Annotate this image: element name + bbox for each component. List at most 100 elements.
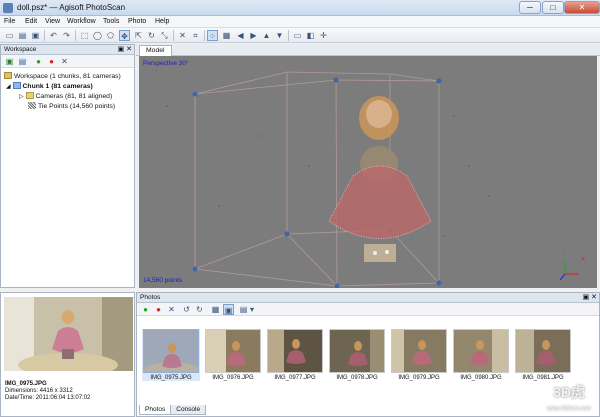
tree-workspace-label: Workspace (1 chunks, 81 cameras) bbox=[14, 73, 121, 80]
photo-thumbnail bbox=[143, 329, 199, 373]
point-cloud-scene bbox=[166, 71, 579, 288]
workspace-header: Workspace ▣ ✕ bbox=[1, 45, 134, 55]
photo-item[interactable]: IMG_0980.JPG bbox=[452, 329, 510, 381]
rect-select-icon[interactable]: ⬚ bbox=[79, 30, 90, 41]
disable-icon[interactable]: ● bbox=[46, 56, 57, 67]
add-photos-icon[interactable]: ▤ bbox=[17, 56, 28, 67]
photo-thumbnail bbox=[205, 329, 261, 373]
remove-icon[interactable]: ✕ bbox=[59, 56, 70, 67]
photo-label: IMG_0980.JPG bbox=[460, 375, 502, 381]
menu-tools[interactable]: Tools bbox=[103, 18, 119, 25]
crop-icon[interactable]: ⌗ bbox=[190, 30, 201, 41]
view-right-icon[interactable]: ▶ bbox=[248, 30, 259, 41]
tab-model[interactable]: Model bbox=[139, 45, 172, 56]
photo-label: IMG_0975.JPG bbox=[150, 375, 192, 381]
tree-workspace[interactable]: Workspace (1 chunks, 81 cameras) bbox=[4, 72, 121, 80]
menu-bar: File Edit View Workflow Tools Photo Help bbox=[0, 16, 600, 28]
preview-filename: IMG_0975.JPG bbox=[5, 381, 47, 387]
photo-label: IMG_0981.JPG bbox=[522, 375, 564, 381]
watermark-logo: 3D虎 bbox=[553, 384, 585, 400]
points-icon[interactable]: ⁘ bbox=[207, 30, 218, 41]
enable-icon[interactable]: ● bbox=[33, 56, 44, 67]
tab-photos[interactable]: Photos bbox=[139, 405, 172, 415]
circle-select-icon[interactable]: ◯ bbox=[92, 30, 103, 41]
photo-label: IMG_0977.JPG bbox=[274, 375, 316, 381]
navigation-icon[interactable]: ✥ bbox=[119, 30, 130, 41]
save-icon[interactable]: ▣ bbox=[30, 30, 41, 41]
photo-item[interactable]: IMG_0975.JPG bbox=[142, 329, 200, 381]
folder-icon bbox=[25, 92, 34, 99]
tab-console[interactable]: Console bbox=[170, 405, 207, 415]
panel-controls[interactable]: ▣ ✕ bbox=[118, 45, 132, 55]
toolbar-separator bbox=[288, 30, 289, 41]
view-left-icon[interactable]: ◀ bbox=[235, 30, 246, 41]
photo-item[interactable]: IMG_0979.JPG bbox=[390, 329, 448, 381]
collapse-icon[interactable]: ◢ bbox=[6, 84, 11, 90]
photos-header: Photos ▣ ✕ bbox=[137, 293, 599, 303]
delete-icon[interactable]: ✕ bbox=[177, 30, 188, 41]
free-select-icon[interactable]: ⬠ bbox=[105, 30, 116, 41]
points-count-label: 14,560 points bbox=[143, 277, 183, 284]
view-bottom-icon[interactable]: ▼ bbox=[274, 30, 285, 41]
photo-item[interactable]: IMG_0978.JPG bbox=[328, 329, 386, 381]
maximize-button[interactable]: □ bbox=[542, 1, 564, 14]
model-viewport[interactable]: Perspective 30° X Y 14,560 points bbox=[139, 56, 597, 288]
menu-edit[interactable]: Edit bbox=[25, 18, 37, 25]
menu-workflow[interactable]: Workflow bbox=[67, 18, 96, 25]
toolbar-separator bbox=[44, 30, 45, 41]
undo-icon[interactable]: ↶ bbox=[48, 30, 59, 41]
small-thumbs-icon[interactable]: ▦ bbox=[210, 304, 221, 315]
photos-panel: Photos ▣ ✕ ● ● ✕ ↺ ↻ ▦ ▣ ▤ ▾ IMG_0975.JP… bbox=[136, 292, 600, 417]
tree-cameras[interactable]: ▷ Cameras (81, 81 aligned) bbox=[19, 92, 112, 100]
photo-item[interactable]: IMG_0981.JPG bbox=[514, 329, 572, 381]
redo-icon[interactable]: ↷ bbox=[61, 30, 72, 41]
enable-icon[interactable]: ● bbox=[140, 304, 151, 315]
photo-label: IMG_0978.JPG bbox=[336, 375, 378, 381]
view-mode-icon[interactable]: ▤ bbox=[238, 304, 249, 315]
menu-help[interactable]: Help bbox=[155, 18, 169, 25]
tree-chunk[interactable]: ◢ Chunk 1 (81 cameras) bbox=[6, 82, 93, 90]
chevron-down-icon[interactable]: ▾ bbox=[249, 304, 255, 315]
model-area: Model Perspective 30° X Y 14,560 points bbox=[136, 44, 600, 290]
scatter-points bbox=[166, 105, 490, 237]
menu-view[interactable]: View bbox=[45, 18, 60, 25]
chunk-icon bbox=[12, 82, 21, 89]
toolbar-separator bbox=[75, 30, 76, 41]
remove-icon[interactable]: ✕ bbox=[166, 304, 177, 315]
tree-tie-points[interactable]: Tie Points (14,560 points) bbox=[28, 102, 115, 110]
workspace-toolbar: ▣ ▤ ● ● ✕ bbox=[1, 55, 134, 68]
preview-datetime: Date/Time: 2011:06:04 13:07:02 bbox=[5, 395, 91, 401]
move-icon[interactable]: ⇱ bbox=[133, 30, 144, 41]
axis-icon[interactable]: ✛ bbox=[318, 30, 329, 41]
menu-photo[interactable]: Photo bbox=[128, 18, 146, 25]
model-tab-bar: Model bbox=[136, 44, 600, 56]
main-toolbar: ▭ ▤ ▣ ↶ ↷ ⬚ ◯ ⬠ ✥ ⇱ ↻ ⤡ ✕ ⌗ ⁘ ▦ ◀ ▶ ▲ ▼ … bbox=[0, 28, 600, 43]
minimize-button[interactable]: ─ bbox=[519, 1, 541, 14]
axis-x-label: X bbox=[581, 257, 586, 263]
large-thumbs-icon[interactable]: ▣ bbox=[223, 304, 234, 315]
rotate-right-icon[interactable]: ↻ bbox=[194, 304, 205, 315]
rotate-icon[interactable]: ↻ bbox=[146, 30, 157, 41]
photo-label: IMG_0979.JPG bbox=[398, 375, 440, 381]
open-icon[interactable]: ▤ bbox=[17, 30, 28, 41]
photo-preview-image bbox=[4, 297, 133, 371]
menu-file[interactable]: File bbox=[4, 18, 15, 25]
add-chunk-icon[interactable]: ▣ bbox=[4, 56, 15, 67]
view-top-icon[interactable]: ▲ bbox=[261, 30, 272, 41]
tree-cameras-label: Cameras (81, 81 aligned) bbox=[35, 93, 113, 100]
axis-y-label: Y bbox=[562, 250, 567, 256]
resize-icon[interactable]: ⤡ bbox=[159, 30, 170, 41]
rotate-left-icon[interactable]: ↺ bbox=[181, 304, 192, 315]
expand-icon[interactable]: ▷ bbox=[19, 94, 24, 100]
close-button[interactable]: ✕ bbox=[564, 1, 600, 14]
dense-cloud-icon[interactable]: ▦ bbox=[221, 30, 232, 41]
preview-scene bbox=[4, 297, 133, 371]
photos-toolbar: ● ● ✕ ↺ ↻ ▦ ▣ ▤ ▾ bbox=[137, 303, 599, 316]
photo-item[interactable]: IMG_0976.JPG bbox=[204, 329, 262, 381]
camera-icon[interactable]: ▭ bbox=[292, 30, 303, 41]
new-icon[interactable]: ▭ bbox=[4, 30, 15, 41]
shaded-icon[interactable]: ◧ bbox=[305, 30, 316, 41]
panel-controls[interactable]: ▣ ✕ bbox=[583, 293, 597, 303]
disable-icon[interactable]: ● bbox=[153, 304, 164, 315]
photo-item[interactable]: IMG_0977.JPG bbox=[266, 329, 324, 381]
